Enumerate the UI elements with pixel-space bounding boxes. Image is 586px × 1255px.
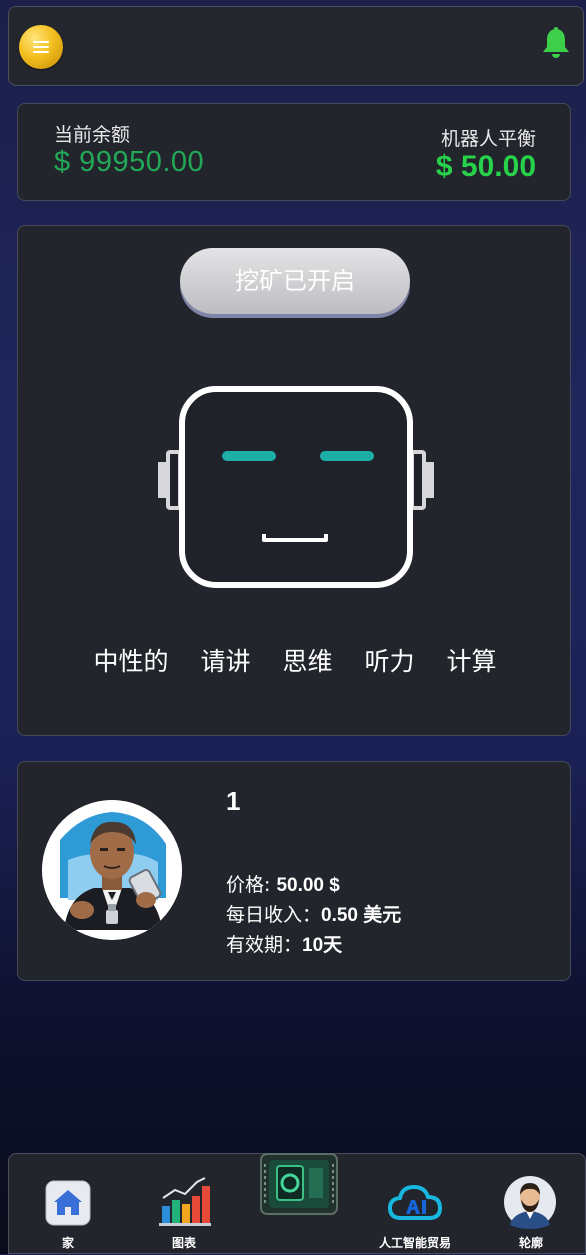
bell-icon[interactable] (541, 27, 571, 61)
nav-chart[interactable]: 图表 (145, 1154, 223, 1255)
bottom-nav: 家 图表 人工智能贸易 轮廓 (8, 1153, 586, 1254)
nav-home[interactable]: 家 (29, 1154, 107, 1255)
mining-status-button[interactable]: 挖矿已开启 (180, 248, 410, 314)
product-daily-label: 每日收入： (226, 904, 322, 926)
product-price-row: 价格: 50.00 $ (226, 870, 340, 897)
top-header (8, 6, 584, 86)
nav-home-label: 家 (61, 1236, 74, 1250)
menu-icon[interactable] (19, 25, 63, 69)
product-validity-row: 有效期：10天 (226, 930, 342, 957)
mode-speak[interactable]: 请讲 (200, 642, 250, 682)
product-daily-value: 0.50 美元 (321, 905, 402, 926)
robot-face-icon (156, 384, 436, 594)
mode-compute[interactable]: 计算 (447, 642, 497, 682)
mode-neutral[interactable]: 中性的 (93, 642, 168, 682)
product-validity-value: 10天 (302, 935, 343, 956)
mode-think[interactable]: 思维 (282, 642, 332, 682)
app-screen: 当前余额 $ 99950.00 机器人平衡 $ 50.00 挖矿已开启 中性的 … (0, 0, 586, 1254)
current-balance-label: 当前余额 (54, 124, 131, 146)
mining-chip-icon (259, 1152, 339, 1222)
robot-balance-label: 机器人平衡 (440, 128, 536, 150)
chart-icon (157, 1172, 213, 1232)
nav-mining-center[interactable] (257, 1152, 339, 1255)
product-daily-income-row: 每日收入：0.50 美元 (226, 900, 401, 927)
profile-avatar-icon (503, 1175, 557, 1233)
robot-balance-value: $ 50.00 (435, 150, 536, 183)
product-price-value: 50.00 $ (276, 875, 340, 896)
balance-card: 当前余额 $ 99950.00 机器人平衡 $ 50.00 (17, 103, 571, 201)
nav-profile[interactable]: 轮廓 (493, 1154, 569, 1255)
nav-ai-trade[interactable]: 人工智能贸易 (365, 1154, 465, 1255)
product-price-label: 价格: (226, 874, 277, 896)
mode-list: 中性的 请讲 思维 听力 计算 (18, 642, 572, 682)
robot-card: 挖矿已开启 中性的 请讲 思维 听力 计算 (17, 225, 571, 736)
current-balance-value: $ 99950.00 (54, 146, 205, 178)
ai-cloud-icon (387, 1182, 443, 1228)
nav-ai-trade-label: 人工智能贸易 (378, 1236, 451, 1250)
product-validity-label: 有效期： (226, 934, 303, 956)
nav-chart-label: 图表 (171, 1236, 196, 1250)
mode-listen[interactable]: 听力 (365, 642, 415, 682)
product-name: 1 (226, 786, 241, 816)
robot-product-card[interactable]: 1 价格: 50.00 $ 每日收入：0.50 美元 有效期：10天 (17, 761, 571, 981)
home-icon (45, 1180, 91, 1230)
nav-profile-label: 轮廓 (518, 1236, 543, 1250)
robot-avatar (42, 800, 182, 940)
